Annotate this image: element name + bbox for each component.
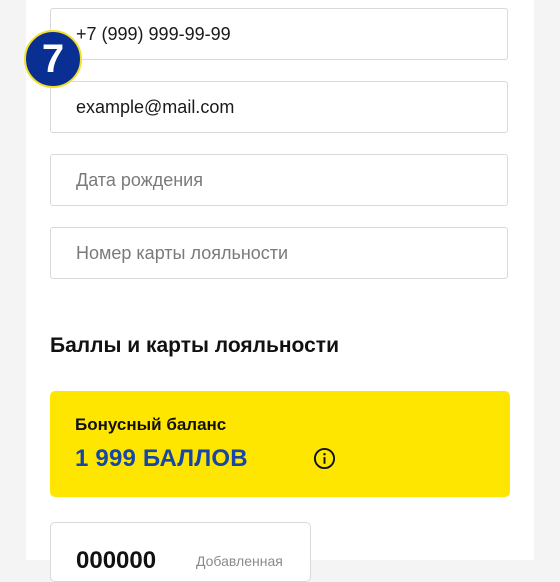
info-icon[interactable] [313,447,336,470]
card-status: Добавленная [196,553,283,569]
section-title: Баллы и карты лояльности [50,334,339,357]
loyalty-card-number-field[interactable] [50,227,508,279]
birth-date-field[interactable] [50,154,508,206]
loyalty-card-number-input[interactable] [51,228,507,278]
bonus-balance-value: 1 999 БАЛЛОВ [75,445,248,472]
email-input[interactable] [51,82,507,132]
step-number: 7 [41,36,65,81]
step-badge: 7 [24,30,82,88]
bonus-balance-card: Бонусный баланс 1 999 БАЛЛОВ [50,391,510,497]
loyalty-card-tile[interactable]: 000000 Добавленная [50,522,311,582]
phone-field[interactable] [50,8,508,60]
birth-date-input[interactable] [51,155,507,205]
email-field[interactable] [50,81,508,133]
bonus-balance-label: Бонусный баланс [75,415,227,434]
phone-input[interactable] [51,9,507,59]
card-number: 000000 [76,547,157,574]
